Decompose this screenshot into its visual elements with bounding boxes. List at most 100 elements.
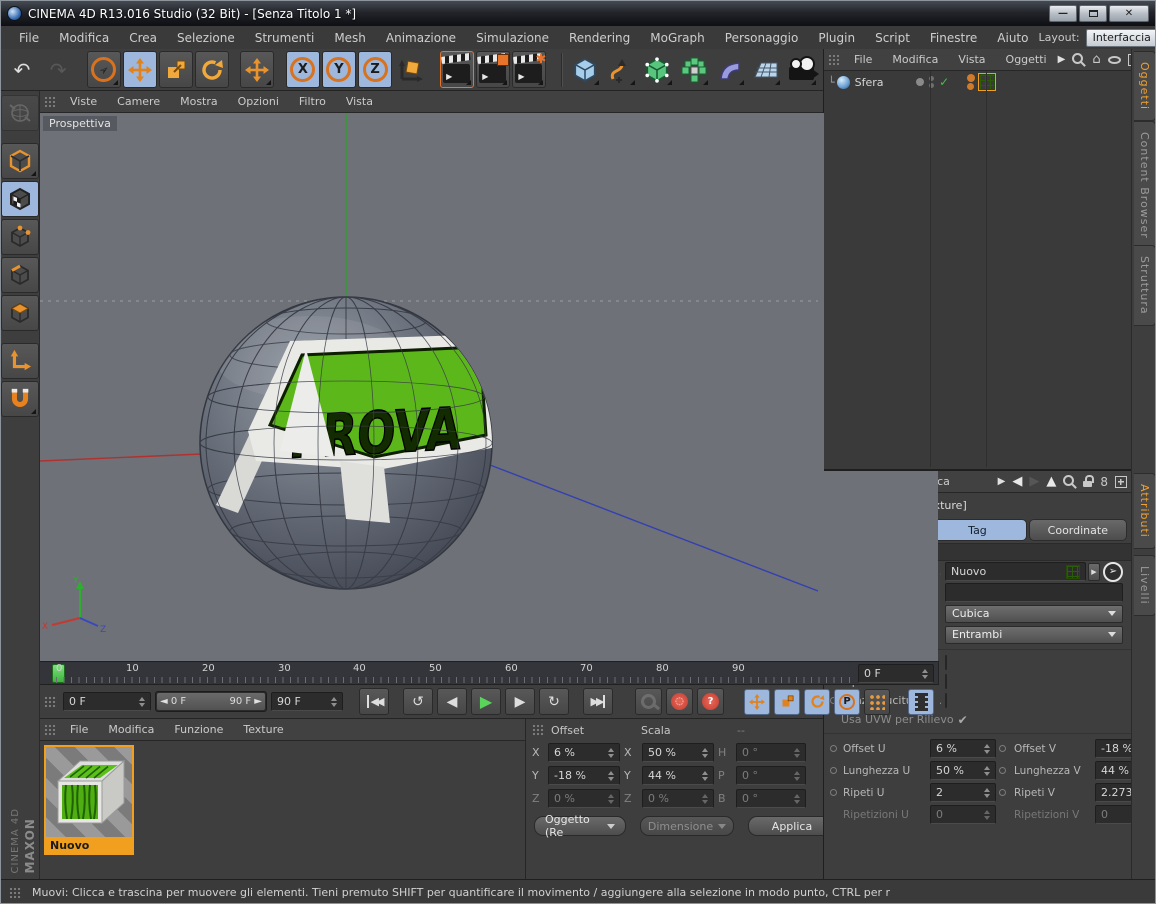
material-pick-button[interactable]: ➢ [1103, 562, 1123, 582]
history-forward-icon[interactable]: ▶ [1029, 474, 1039, 489]
editor-visibility-dot[interactable] [916, 78, 924, 86]
anim-dot-icon[interactable] [830, 745, 837, 752]
material-menu-file[interactable]: File [61, 723, 97, 736]
maximize-button[interactable] [1079, 5, 1107, 22]
menu-personaggio[interactable]: Personaggio [715, 31, 809, 45]
lato-dropdown[interactable]: Entrambi [945, 626, 1123, 644]
live-selection-button[interactable]: ➢ [87, 51, 121, 88]
search-icon[interactable] [1072, 53, 1085, 66]
menu-overflow-icon[interactable]: ▶ [1058, 54, 1066, 65]
menu-crea[interactable]: Crea [119, 31, 167, 45]
senza-cuciture-checkbox[interactable] [945, 693, 947, 708]
move-button[interactable] [123, 51, 157, 88]
undo-button[interactable]: ↶ [5, 51, 39, 88]
subdivision-surface-button[interactable] [640, 51, 674, 88]
lock-icon[interactable] [1083, 475, 1093, 488]
stepper-icon[interactable] [918, 666, 928, 682]
menu-script[interactable]: Script [865, 31, 920, 45]
record-key-button[interactable] [635, 688, 662, 715]
object-tree[interactable]: └ Sfera ✓ [824, 71, 1131, 467]
goto-next-key-button[interactable]: ↻ [539, 688, 569, 715]
menu-animazione[interactable]: Animazione [376, 31, 466, 45]
tab-tag[interactable]: Tag [928, 519, 1026, 541]
minimize-button[interactable]: — [1049, 5, 1077, 22]
tab-livelli[interactable]: Livelli [1134, 555, 1156, 616]
scale-y-field[interactable]: 44 % [642, 766, 714, 785]
range-left-icon[interactable]: ◄ [160, 696, 168, 707]
om-menu-file[interactable]: File [845, 53, 881, 66]
history-back-icon[interactable]: ◀ [1012, 474, 1022, 489]
key-rotation-toggle[interactable] [804, 689, 830, 715]
rotate-button[interactable] [195, 51, 229, 88]
material-flyout-button[interactable]: ▶ [1088, 563, 1100, 581]
om-menu-modifica[interactable]: Modifica [883, 53, 947, 66]
parent-up-icon[interactable]: ▲ [1046, 474, 1056, 489]
cube-primitive-button[interactable] [568, 51, 602, 88]
viewport-menu-camere[interactable]: Camere [108, 95, 169, 108]
snap-button[interactable] [1, 381, 39, 417]
ruler-frame-spinner[interactable]: 0 F [858, 664, 934, 683]
offset-x-field[interactable]: 6 % [548, 743, 620, 762]
spline-button[interactable] [604, 51, 638, 88]
rot-h-field[interactable]: 0 ° [736, 743, 806, 762]
menu-mesh[interactable]: Mesh [324, 31, 376, 45]
layer-color-dot2[interactable] [967, 83, 974, 90]
menu-aiuto[interactable]: Aiuto [987, 31, 1038, 45]
dimensione-dropdown-button[interactable]: Dimensione [640, 816, 734, 836]
anim-dot-icon[interactable] [830, 789, 837, 796]
timeline-mode-button[interactable] [908, 689, 934, 715]
goto-start-button[interactable]: ◀◀ [359, 688, 389, 715]
camera-button[interactable] [785, 51, 819, 88]
grip-icon[interactable] [44, 724, 57, 736]
material-menu-modifica[interactable]: Modifica [99, 723, 163, 736]
render-picture-viewer-button[interactable]: ▶ [476, 51, 510, 88]
menu-plugin[interactable]: Plugin [808, 31, 865, 45]
prev-frame-button[interactable]: ◀ [437, 688, 467, 715]
mograph-cloner-button[interactable] [677, 51, 711, 88]
ripetizioni-u-field[interactable]: 0 [930, 805, 996, 824]
menu-file[interactable]: File [9, 31, 49, 45]
point-mode-button[interactable] [1, 219, 39, 255]
stepper-icon[interactable] [135, 694, 145, 710]
autokey-button[interactable]: ◌ [666, 688, 693, 715]
object-name[interactable]: Sfera [855, 76, 907, 89]
axis-y-lock-button[interactable]: Y [322, 51, 356, 88]
render-view-button[interactable]: ▶ [440, 51, 474, 88]
axis-mode-button[interactable] [1, 343, 39, 379]
view-label[interactable]: Prospettiva [43, 116, 117, 131]
deformer-button[interactable] [713, 51, 747, 88]
layout-dropdown[interactable]: Interfaccia di Avvio [1086, 29, 1156, 47]
track-icon[interactable]: 8 [1100, 476, 1108, 488]
tab-attributi[interactable]: Attributi [1134, 473, 1156, 549]
keyframe-selection-button[interactable]: ? [697, 688, 724, 715]
preview-range-slider[interactable]: ◄ 0 F 90 F ► [155, 691, 267, 712]
close-button[interactable]: ✕ [1109, 5, 1149, 22]
offset-u-field[interactable]: 6 % [930, 739, 996, 758]
menu-strumenti[interactable]: Strumenti [245, 31, 325, 45]
scale-button[interactable] [159, 51, 193, 88]
axis-z-lock-button[interactable]: Z [358, 51, 392, 88]
last-tool-move-button[interactable] [240, 51, 274, 88]
rot-p-field[interactable]: 0 ° [736, 766, 806, 785]
material-thumbnail[interactable]: Nuovo [44, 745, 134, 855]
ripeti-checkbox[interactable] [945, 674, 947, 689]
ripeti-u-field[interactable]: 2 [930, 783, 996, 802]
selezione-field[interactable] [945, 583, 1123, 602]
end-frame-spinner[interactable]: 90 F [271, 692, 343, 711]
viewport-canvas[interactable]: Prospettiva [40, 113, 938, 661]
anim-dot-icon[interactable] [830, 767, 837, 774]
range-right-icon[interactable]: ► [254, 696, 262, 707]
key-parameter-toggle[interactable]: P [834, 689, 860, 715]
object-row-sfera[interactable]: └ Sfera ✓ [824, 71, 1131, 93]
menu-selezione[interactable]: Selezione [167, 31, 245, 45]
offset-y-field[interactable]: -18 % [548, 766, 620, 785]
grip-icon[interactable] [532, 724, 545, 736]
mixa-texture-checkbox[interactable] [945, 655, 947, 670]
rot-b-field[interactable]: 0 ° [736, 789, 806, 808]
add-icon[interactable] [1115, 476, 1127, 488]
anim-dot-icon[interactable] [999, 767, 1006, 774]
goto-prev-key-button[interactable]: ↺ [403, 688, 433, 715]
offset-z-field[interactable]: 0 % [548, 789, 620, 808]
menu-mograph[interactable]: MoGraph [640, 31, 715, 45]
current-frame-spinner[interactable]: 0 F [63, 692, 151, 711]
